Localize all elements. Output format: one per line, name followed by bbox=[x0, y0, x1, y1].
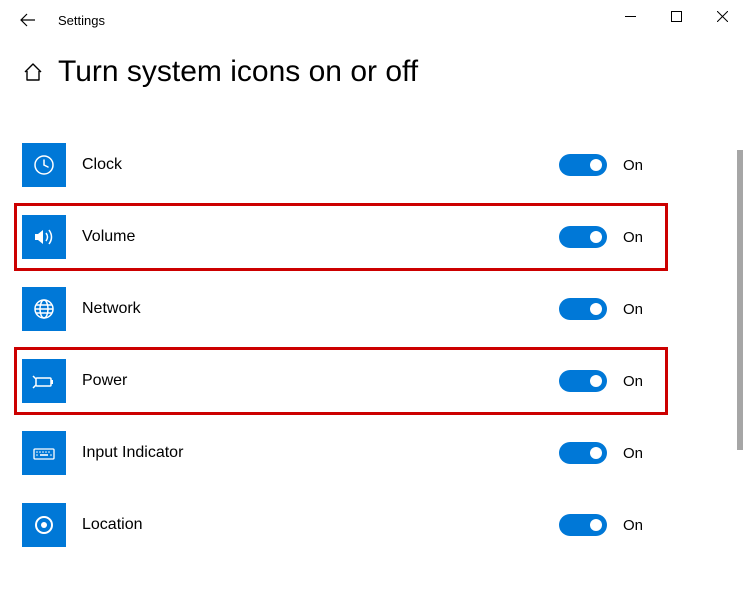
toggle-clock[interactable] bbox=[559, 154, 607, 176]
system-icons-list: Clock On Volume bbox=[22, 129, 723, 561]
back-arrow-icon bbox=[19, 11, 37, 29]
item-label: Clock bbox=[82, 156, 559, 174]
list-item-volume: Volume On bbox=[22, 201, 723, 273]
toggle-state-label: On bbox=[623, 229, 653, 246]
network-icon bbox=[22, 287, 66, 331]
toggle-state-label: On bbox=[623, 157, 653, 174]
window-title: Settings bbox=[58, 13, 105, 28]
list-item-clock: Clock On bbox=[22, 129, 723, 201]
toggle-volume[interactable] bbox=[559, 226, 607, 248]
list-item-input-indicator: Input Indicator On bbox=[22, 417, 723, 489]
toggle-network[interactable] bbox=[559, 298, 607, 320]
item-label: Power bbox=[82, 372, 559, 390]
toggle-location[interactable] bbox=[559, 514, 607, 536]
minimize-button[interactable] bbox=[607, 0, 653, 32]
list-item-power: Power On bbox=[22, 345, 723, 417]
close-button[interactable] bbox=[699, 0, 745, 32]
close-icon bbox=[717, 11, 728, 22]
item-label: Network bbox=[82, 300, 559, 318]
item-label: Location bbox=[82, 516, 559, 534]
toggle-state-label: On bbox=[623, 517, 653, 534]
location-icon bbox=[22, 503, 66, 547]
minimize-icon bbox=[625, 11, 636, 22]
toggle-state-label: On bbox=[623, 445, 653, 462]
input-indicator-icon bbox=[22, 431, 66, 475]
toggle-power[interactable] bbox=[559, 370, 607, 392]
toggle-input-indicator[interactable] bbox=[559, 442, 607, 464]
toggle-state-label: On bbox=[623, 301, 653, 318]
maximize-button[interactable] bbox=[653, 0, 699, 32]
item-label: Input Indicator bbox=[82, 444, 559, 462]
list-item-location: Location On bbox=[22, 489, 723, 561]
back-button[interactable] bbox=[8, 0, 48, 40]
item-label: Volume bbox=[82, 228, 559, 246]
page-title: Turn system icons on or off bbox=[58, 55, 418, 89]
maximize-icon bbox=[671, 11, 682, 22]
toggle-state-label: On bbox=[623, 373, 653, 390]
scrollbar[interactable] bbox=[737, 150, 743, 450]
volume-icon bbox=[22, 215, 66, 259]
power-icon bbox=[22, 359, 66, 403]
clock-icon bbox=[22, 143, 66, 187]
list-item-network: Network On bbox=[22, 273, 723, 345]
home-icon[interactable] bbox=[22, 61, 44, 83]
